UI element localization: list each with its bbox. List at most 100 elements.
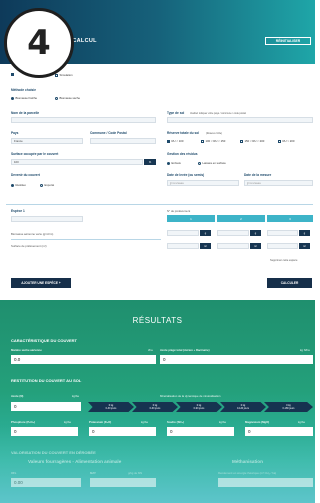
mat-label: MAT bbox=[90, 471, 96, 475]
mineral-step-2: 0 kg 0-60 jours bbox=[132, 402, 178, 412]
restitution-section-title: RESTITUTION DU COUVERT AU SOL bbox=[11, 378, 82, 383]
dry-matter-unit: t/ha bbox=[148, 348, 153, 352]
species-label: Espèce 1 bbox=[11, 209, 25, 213]
dry-matter-value: 0.0 bbox=[11, 355, 156, 364]
reserve-option-2[interactable]: 100 < RU < 150 bbox=[201, 139, 225, 143]
commune-label: Commune / Code Postal bbox=[90, 131, 127, 135]
residue-surface[interactable]: Laissés en surface bbox=[198, 161, 226, 165]
calculator-form: Simulation Méthode choisie Biomasse fraî… bbox=[0, 64, 315, 294]
biomass-input-1[interactable] bbox=[167, 230, 199, 236]
country-select[interactable]: France bbox=[11, 138, 83, 144]
cover-exported[interactable]: Exporté bbox=[40, 183, 54, 187]
measure-date-input[interactable]: jj/mm/aaaa bbox=[244, 180, 313, 186]
methanation-title: Méthanisation bbox=[232, 459, 263, 464]
checkbox-icon bbox=[55, 73, 58, 77]
add-species-button[interactable]: AJOUTER UNE ESPÈCE + bbox=[11, 278, 71, 288]
sampling-input-2[interactable] bbox=[217, 243, 249, 249]
methane-label: Rendement en énergie théorique (m³ CH₄ /… bbox=[218, 471, 277, 475]
feed-values-title: Valeurs fourragères - Alimentation anima… bbox=[28, 459, 122, 464]
reserve-option-3[interactable]: 150 < RU < 200 bbox=[240, 139, 264, 143]
nitrogen-value: 0 bbox=[11, 402, 81, 411]
cover-restituted[interactable]: Restitué bbox=[11, 183, 26, 187]
sampling-unit-3: m² bbox=[299, 243, 310, 249]
mineral-step-3: 0 kg 0-90 jours bbox=[176, 402, 222, 412]
ufl-value: 0.00 bbox=[11, 478, 81, 487]
biomass-label: Biomasse aérienne verte (g/m²/m) bbox=[11, 232, 54, 236]
sowing-date-input[interactable]: jj/mm/aaaa bbox=[167, 180, 239, 186]
measure-date-label: Date de la mesure bbox=[244, 173, 272, 177]
radio-icon bbox=[11, 96, 14, 100]
mineral-step-1: 0 kg 0-30 jours bbox=[88, 402, 134, 412]
biomass-input-3[interactable] bbox=[267, 230, 298, 236]
magnesium-value: 0 bbox=[245, 427, 313, 436]
results-title: RÉSULTATS bbox=[132, 316, 183, 325]
radio-icon bbox=[198, 161, 201, 165]
checkbox-icon bbox=[240, 139, 243, 143]
sampling-input-3[interactable] bbox=[267, 243, 298, 249]
phosphorus-unit: kg/ha bbox=[64, 420, 71, 424]
sampling-input-1[interactable] bbox=[167, 243, 199, 249]
commune-input[interactable] bbox=[90, 138, 156, 144]
residue-label: Gestion des résidus bbox=[167, 152, 198, 156]
results-panel: RÉSULTATS CARACTÉRISTIQUE DU COUVERT Mat… bbox=[0, 300, 315, 503]
soil-type-select[interactable] bbox=[167, 117, 313, 123]
radio-icon bbox=[40, 183, 43, 187]
parcel-input[interactable] bbox=[11, 117, 156, 123]
parcel-label: Nom de la parcelle bbox=[11, 111, 40, 115]
soil-reserve-label: Réserve totale du sol bbox=[167, 131, 200, 135]
delete-species-link[interactable]: Supprimer cette espèce bbox=[270, 259, 297, 262]
method-dry[interactable]: Biomasse sèche bbox=[55, 96, 80, 100]
magnesium-unit: kg/ha bbox=[298, 420, 305, 424]
soil-type-hint: Veuillez indiquer votre pays / commune /… bbox=[190, 111, 246, 115]
surface-input[interactable]: 100 bbox=[11, 159, 143, 165]
reserve-option-1[interactable]: RU < 100 bbox=[167, 139, 183, 143]
soil-type-label: Type de sol bbox=[167, 111, 185, 115]
methane-value bbox=[218, 478, 313, 487]
residue-buried[interactable]: Enfouis bbox=[167, 161, 181, 165]
reserve-option-4[interactable]: RU > 200 bbox=[278, 139, 294, 143]
biomass-unit-3: g bbox=[299, 230, 310, 236]
sulfur-unit: kg/ha bbox=[219, 420, 226, 424]
ufl-label: UFL bbox=[11, 471, 17, 475]
potassium-value: 0 bbox=[89, 427, 156, 436]
radio-icon bbox=[55, 96, 58, 100]
option-real[interactable] bbox=[11, 73, 16, 76]
sampling-header-1: 1 bbox=[167, 215, 215, 222]
soil-reserve-unit: (Réserve Utile) bbox=[206, 131, 222, 135]
mineral-step-5: 0 kg 0-180 jours bbox=[264, 402, 313, 412]
sampling-unit-2: m² bbox=[250, 243, 261, 249]
valorisation-section-title: VALORISATION DU COUVERT EN DÉROBÉE bbox=[11, 450, 96, 455]
phosphorus-label: Phosphore (P₂O₅) bbox=[11, 420, 35, 424]
sowing-date-label: Date de levée (ou semis) bbox=[167, 173, 205, 177]
biomass-unit-2: g bbox=[250, 230, 261, 236]
reset-button[interactable]: RÉINITIALISER bbox=[265, 37, 311, 45]
mineralization-label: Minéralisation de la dynamique de minéra… bbox=[160, 394, 221, 398]
radio-icon bbox=[167, 161, 170, 165]
method-fresh[interactable]: Biomasse fraîche bbox=[11, 96, 37, 100]
step-badge: 4 bbox=[4, 8, 74, 78]
checkbox-icon bbox=[11, 73, 14, 76]
sampling-header-3: 3 bbox=[267, 215, 313, 222]
biomass-input-2[interactable] bbox=[217, 230, 249, 236]
mineral-step-4: 0 kg 0-120 jours bbox=[220, 402, 266, 412]
sampling-unit-1: m² bbox=[200, 243, 211, 249]
surface-label: Surface occupée par le couvert bbox=[11, 152, 59, 156]
divider bbox=[11, 239, 161, 240]
calculate-button[interactable]: CALCULER bbox=[267, 278, 312, 288]
n-total-value: 0 bbox=[160, 355, 313, 364]
species-select[interactable] bbox=[11, 216, 83, 222]
mat-unit: g/kg de MS bbox=[128, 471, 143, 475]
sulfur-value: 0 bbox=[167, 427, 234, 436]
sulfur-label: Soufre (SO₃) bbox=[167, 420, 184, 424]
country-label: Pays bbox=[11, 131, 19, 135]
sampling-surface-label: Surface de prélèvement (m²) bbox=[11, 244, 47, 248]
sampling-header-2: 2 bbox=[217, 215, 265, 222]
dry-matter-label: Matière sèche aérienne bbox=[11, 348, 42, 352]
sampling-label: N° de prélèvement bbox=[167, 209, 191, 213]
surface-unit: % bbox=[144, 159, 156, 165]
option-simulation[interactable]: Simulation bbox=[55, 73, 73, 77]
potassium-label: Potassium (K₂O) bbox=[89, 420, 112, 424]
phosphorus-value: 0 bbox=[11, 427, 78, 436]
radio-icon bbox=[11, 183, 14, 187]
potassium-unit: kg/ha bbox=[141, 420, 148, 424]
